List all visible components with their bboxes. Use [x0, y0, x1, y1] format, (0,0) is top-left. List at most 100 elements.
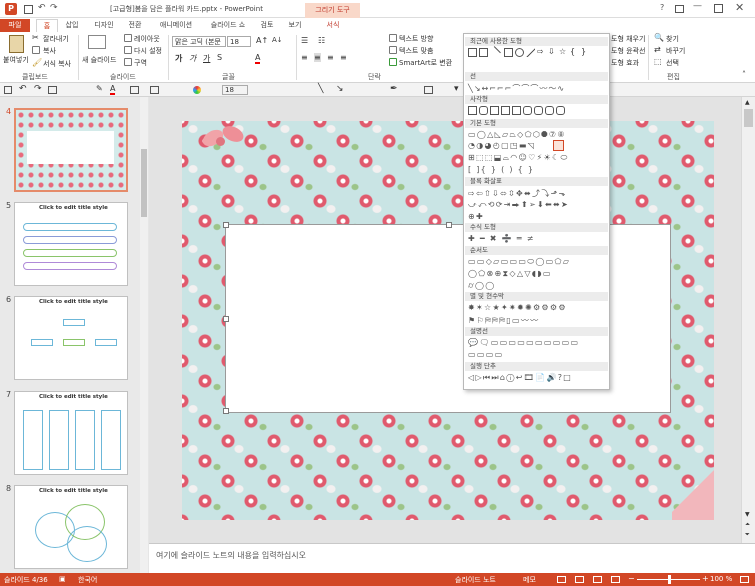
theme-colors-icon[interactable] — [193, 86, 201, 94]
smartart-button[interactable]: SmartArt로 변환 — [399, 58, 452, 68]
right-arrow-shape[interactable]: ⇨ — [537, 48, 546, 57]
flowchart-row-3[interactable]: ⌭◯◯ — [468, 281, 496, 291]
flowchart-row-1[interactable]: ▭▭◇▱▭▭▭⬭◯▭⬠▱ — [468, 257, 570, 267]
smartart-icon[interactable] — [389, 58, 397, 66]
rounded-rect-shape[interactable] — [479, 106, 488, 115]
text-direction-icon[interactable] — [389, 34, 397, 42]
bold-button[interactable]: 가 — [175, 53, 182, 64]
zoom-level[interactable]: 100 % — [710, 575, 732, 583]
arrow-tool-icon[interactable]: ↘ — [336, 84, 344, 94]
slideshow-icon[interactable] — [48, 86, 57, 94]
snip-rect-shape[interactable] — [501, 106, 510, 115]
scroll-down-icon[interactable]: ▼ — [745, 511, 750, 518]
line-shape[interactable] — [488, 46, 501, 59]
align-left-icon[interactable]: ≡ — [301, 53, 308, 62]
slideshow-icon[interactable] — [611, 576, 620, 583]
align-text-button[interactable]: 텍스트 맞춤 — [399, 46, 433, 56]
tab-view[interactable]: 보기 — [284, 19, 306, 32]
undo-icon[interactable]: ↶ — [19, 84, 27, 94]
prev-slide-icon[interactable]: ⏶ — [745, 521, 750, 529]
find-icon[interactable]: 🔍 — [654, 33, 664, 42]
align-center-icon[interactable]: ≡ — [314, 53, 321, 62]
action-buttons-row[interactable]: ◁▷⏮⏭⌂ⓘ↩🎞📄🔊?□ — [468, 373, 572, 383]
cut-button[interactable]: 잘라내기 — [43, 34, 69, 44]
zoom-slider-thumb[interactable] — [668, 575, 671, 584]
find-button[interactable]: 찾기 — [666, 34, 679, 44]
maximize-button[interactable] — [714, 4, 723, 13]
section-icon[interactable] — [124, 58, 132, 66]
new-slide-button[interactable]: 새 슬라이드 — [82, 55, 116, 65]
block-arrows-row-2[interactable]: ⤻⤺⟲⟳⇥⮕⬆➢⬇⬅⬌➤ — [468, 200, 569, 210]
oval-shape[interactable] — [515, 48, 524, 57]
thumbnail-scroll-thumb[interactable] — [141, 149, 147, 217]
select-button[interactable]: 선택 — [666, 58, 679, 68]
stars-row-2[interactable]: ⚑⚐⛿⛿⛿▯▭〰〰 — [468, 315, 539, 326]
save-icon[interactable] — [4, 86, 12, 94]
slide-thumbnail-8[interactable]: Click to edit title style — [14, 485, 128, 569]
cut-icon[interactable]: ✂ — [32, 33, 39, 42]
flowchart-row-2[interactable]: ◯⬠⊗⊕⧗◇△▽◖◗▭ — [468, 269, 552, 279]
selected-shape-highlight[interactable] — [553, 140, 564, 151]
format-painter-icon[interactable]: 🖌 — [32, 58, 42, 67]
brace-shape[interactable]: } — [581, 48, 590, 57]
tab-animations[interactable]: 애니메이션 — [154, 19, 198, 32]
resize-handle[interactable] — [223, 408, 229, 414]
round-rect-shape[interactable] — [534, 106, 543, 115]
underline-button[interactable]: 가 — [203, 53, 210, 64]
callouts-row-1[interactable]: 💬🗨▭▭▭▭▭▭▭▭▭▭ — [468, 338, 579, 347]
slide-thumbnail-7[interactable]: Click to edit title style — [14, 391, 128, 475]
save-icon[interactable] — [24, 5, 33, 14]
font-size-select[interactable]: 18 — [222, 85, 248, 95]
format-painter-button[interactable]: 서식 복사 — [43, 59, 71, 69]
triangle-shape[interactable] — [526, 48, 535, 57]
slide-thumbnail-6[interactable]: Click to edit title style — [14, 296, 128, 380]
font-size-select[interactable]: 18 — [227, 36, 251, 47]
layout-button[interactable]: 레이아웃 — [134, 34, 160, 44]
zoom-out-button[interactable]: − — [628, 574, 635, 583]
increase-font-icon[interactable]: A↑ — [256, 36, 268, 45]
rect-shape[interactable] — [468, 106, 477, 115]
tab-file[interactable]: 파일 — [0, 19, 30, 32]
shape-tool-icon[interactable] — [424, 86, 433, 94]
fit-to-window-icon[interactable] — [740, 576, 749, 583]
undo-icon[interactable]: ↶ — [38, 3, 46, 13]
shape-fill-button[interactable]: 도형 채우기 — [611, 34, 645, 44]
down-arrow-shape[interactable]: ⇩ — [548, 48, 557, 57]
resize-handle[interactable] — [223, 222, 229, 228]
notes-toggle[interactable]: 슬라이드 노트 — [455, 575, 496, 585]
tab-format[interactable]: 서식 — [322, 19, 344, 32]
text-box-shape[interactable] — [468, 48, 477, 57]
close-button[interactable]: ✕ — [735, 1, 744, 14]
line-tool-icon[interactable]: ╲ — [318, 84, 323, 94]
spellcheck-icon[interactable]: ▣ — [59, 575, 66, 583]
round-rect-shape[interactable] — [545, 106, 554, 115]
scroll-up-icon[interactable]: ▲ — [745, 99, 750, 106]
rectangle-shape[interactable] — [504, 48, 513, 57]
table-icon[interactable] — [150, 86, 159, 94]
basic-shapes-row-3[interactable]: ⊞⬚⬚⬓⌓◠☺♡⚡☀☾⬭ — [468, 153, 569, 163]
tab-slideshow[interactable]: 슬라이드 쇼 — [205, 19, 251, 32]
align-text-icon[interactable] — [389, 46, 397, 54]
decrease-font-icon[interactable]: A↓ — [272, 36, 283, 44]
select-icon[interactable]: ⬚ — [654, 57, 662, 66]
brace-shape[interactable]: { — [570, 48, 579, 57]
replace-button[interactable]: 바꾸기 — [666, 46, 685, 56]
image-icon[interactable] — [130, 86, 139, 94]
more-icon[interactable]: ▾ — [454, 84, 459, 94]
editor-scrollbar[interactable]: ▲ ▼ ⏶ ⏷ — [741, 97, 755, 543]
tab-design[interactable]: 디자인 — [90, 19, 118, 32]
bullets-icon[interactable]: ☰ — [301, 36, 308, 45]
pen-icon[interactable]: ✒ — [390, 84, 398, 94]
scroll-thumb[interactable] — [744, 109, 753, 127]
stars-row-1[interactable]: ✸✶☆★✦✷✹✺⚙⚙⚙⚙ — [468, 303, 567, 312]
collapse-ribbon-icon[interactable]: ˄ — [742, 70, 746, 79]
lines-row[interactable]: ╲↘↔⌐⌐⌐⌒⌒⌒〰～∿ — [468, 83, 565, 94]
block-arrows-row-1[interactable]: ⇨⇦⇧⇩⬄⇳✥⬌⤴⤵⬏⬎ — [468, 188, 567, 199]
redo-icon[interactable]: ↷ — [34, 84, 42, 94]
tab-review[interactable]: 검토 — [256, 19, 278, 32]
tab-insert[interactable]: 삽입 — [61, 19, 83, 32]
tab-transitions[interactable]: 전환 — [124, 19, 146, 32]
slide-sorter-icon[interactable] — [575, 576, 584, 583]
reset-icon[interactable] — [124, 46, 132, 54]
paste-button[interactable]: 붙여넣기 — [3, 55, 29, 65]
